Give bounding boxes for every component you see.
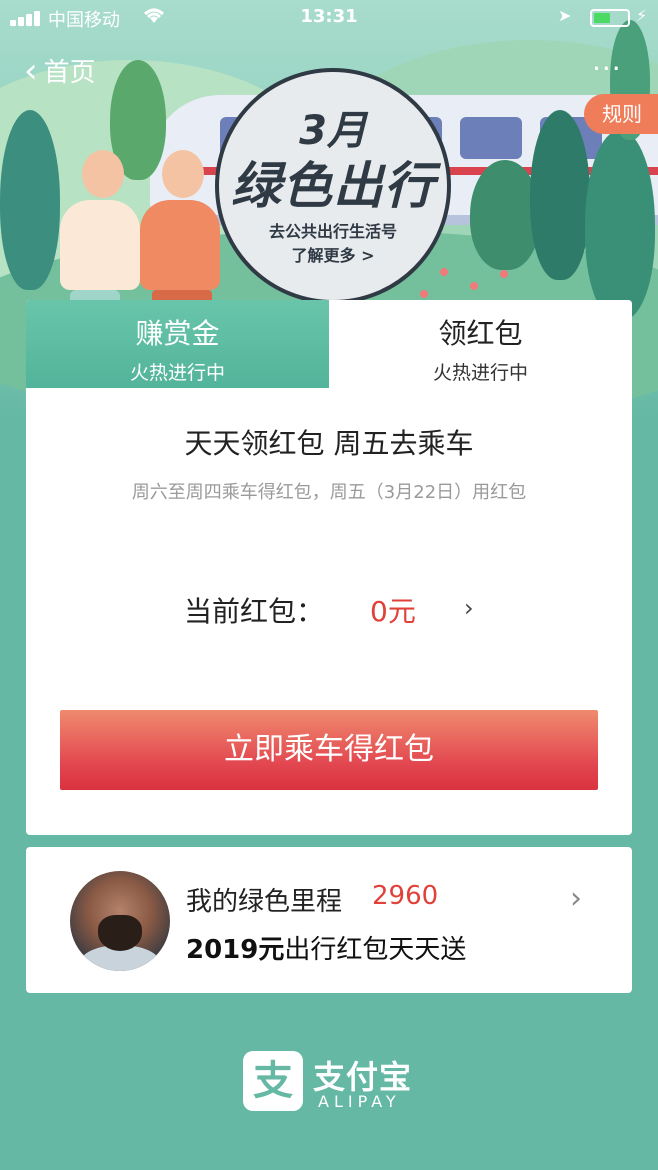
- tree-illustration: [530, 110, 590, 280]
- campaign-badge[interactable]: 3月 绿色出行 去公共出行生活号 了解更多 >: [215, 68, 451, 304]
- tab-label: 领红包: [438, 317, 523, 350]
- location-icon: ➤: [558, 6, 572, 25]
- tab-earn-bounty[interactable]: 赚赏金 火热进行中: [26, 300, 329, 388]
- mileage-value: 2960: [372, 881, 439, 911]
- promo-card: 赚赏金 火热进行中 领红包 火热进行中 天天领红包 周五去乘车 周六至周四乘车得…: [26, 300, 632, 835]
- tree-illustration: [585, 130, 655, 320]
- more-menu-icon[interactable]: ···: [592, 52, 622, 85]
- ride-now-button[interactable]: 立即乘车得红包: [60, 710, 598, 790]
- back-button[interactable]: ‹ 首页: [24, 52, 96, 89]
- tab-bar: 赚赏金 火热进行中 领红包 火热进行中: [26, 300, 632, 388]
- badge-subtitle: 去公共出行生活号: [268, 222, 397, 241]
- charging-icon: ⚡: [636, 6, 648, 25]
- promo-title: 天天领红包 周五去乘车: [184, 427, 474, 460]
- current-red-packet-label: 当前红包：: [184, 595, 325, 628]
- promo-subtitle: 周六至周四乘车得红包，周五（3月22日）用红包: [131, 482, 527, 503]
- tab-get-red-packet[interactable]: 领红包 火热进行中: [329, 300, 632, 388]
- mileage-label: 我的绿色里程: [186, 887, 343, 917]
- green-mileage-card[interactable]: 我的绿色里程 2960 2019元出行红包天天送 ›: [26, 847, 632, 993]
- badge-title: 绿色出行: [231, 157, 435, 215]
- mileage-promo-amount: 2019元: [186, 935, 285, 965]
- rules-button[interactable]: 规则: [584, 94, 658, 134]
- chevron-left-icon: ‹: [24, 50, 38, 91]
- mileage-promo: 2019元出行红包天天送: [186, 929, 466, 966]
- tab-status: 火热进行中: [129, 362, 225, 384]
- current-red-packet-value[interactable]: 0元: [370, 590, 416, 630]
- avatar: [70, 871, 170, 971]
- tab-status: 火热进行中: [432, 362, 528, 384]
- back-label: 首页: [43, 58, 96, 88]
- mileage-promo-text: 出行红包天天送: [284, 935, 467, 965]
- badge-learn-more-link[interactable]: 了解更多 >: [219, 242, 447, 266]
- brand-name-en: ALIPAY: [318, 1092, 401, 1111]
- tab-label: 赚赏金: [135, 317, 220, 350]
- status-bar: 中国移动 13:31 ➤ ⚡: [0, 0, 658, 36]
- chevron-right-icon[interactable]: ›: [464, 594, 474, 622]
- chevron-right-icon[interactable]: ›: [570, 881, 582, 916]
- battery-icon: [590, 9, 630, 27]
- alipay-logo-icon: 支: [243, 1051, 303, 1111]
